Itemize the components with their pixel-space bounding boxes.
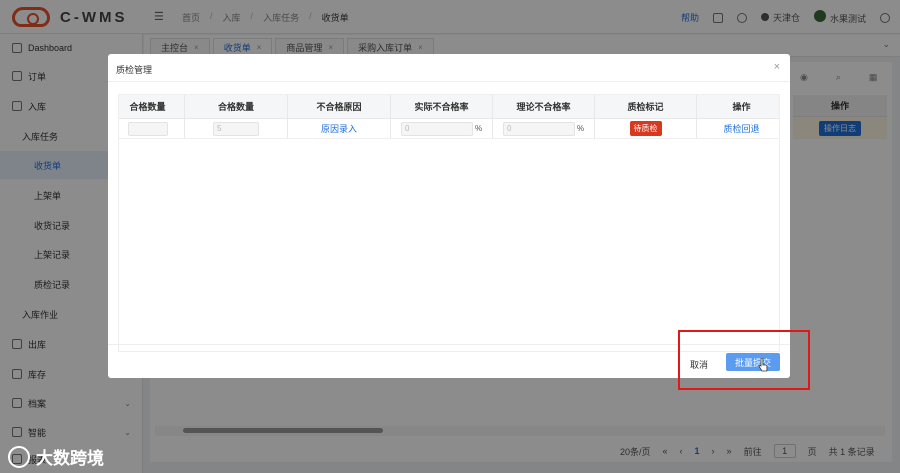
dialog-title: 质检管理 — [116, 65, 153, 75]
watermark-logo-icon — [8, 445, 30, 468]
reason-entry-link[interactable]: 原因录入 — [321, 122, 357, 135]
qc-rollback-link[interactable]: 质检回退 — [723, 122, 759, 135]
percent-unit: % — [474, 124, 483, 133]
header-label: 合格数量 — [217, 102, 254, 112]
column-header: 不合格原因 — [288, 95, 391, 118]
column-header: 理论不合格率 — [493, 95, 595, 118]
close-icon[interactable]: × — [774, 61, 780, 73]
header-label: 操作 — [732, 102, 751, 112]
watermark: 大数跨境 — [8, 444, 104, 469]
table-cell: 5 — [185, 119, 288, 138]
highlight-box — [678, 330, 810, 390]
qc-table: 合格数量 合格数量 不合格原因 实际不合格率 理论不合格率 质检标记 操作 5 … — [118, 94, 780, 352]
header-label: 不合格原因 — [316, 102, 362, 112]
column-header: 合格数量 — [185, 95, 288, 118]
column-header: 合格数量 — [119, 95, 185, 118]
unqualified-qty-input[interactable] — [127, 121, 168, 136]
table-cell: 原因录入 — [288, 119, 391, 138]
actual-rate-input[interactable]: 0 — [400, 121, 473, 136]
percent-unit: % — [576, 124, 585, 133]
table-cell: 0% — [391, 119, 493, 138]
qualified-qty-input[interactable]: 5 — [213, 121, 259, 136]
table-cell: 0% — [493, 119, 595, 138]
header-label: 质检标记 — [627, 102, 664, 112]
header-label: 合格数量 — [129, 102, 166, 112]
table-cell: 待质检 — [595, 119, 697, 138]
column-header: 实际不合格率 — [391, 95, 493, 118]
header-label: 实际不合格率 — [414, 102, 469, 112]
table-header: 合格数量 合格数量 不合格原因 实际不合格率 理论不合格率 质检标记 操作 — [119, 95, 779, 119]
theory-rate-input[interactable]: 0 — [502, 121, 575, 136]
watermark-text: 大数跨境 — [36, 449, 104, 468]
dialog-header: 质检管理 × — [108, 54, 790, 82]
table-cell: 质检回退 — [697, 119, 779, 138]
column-header: 操作 — [697, 95, 779, 118]
table-row: 5 原因录入 0% 0% 待质检 质检回退 — [119, 119, 779, 139]
qc-status-badge: 待质检 — [629, 121, 662, 136]
table-cell — [119, 119, 185, 138]
header-label: 理论不合格率 — [516, 102, 571, 112]
column-header: 质检标记 — [595, 95, 697, 118]
